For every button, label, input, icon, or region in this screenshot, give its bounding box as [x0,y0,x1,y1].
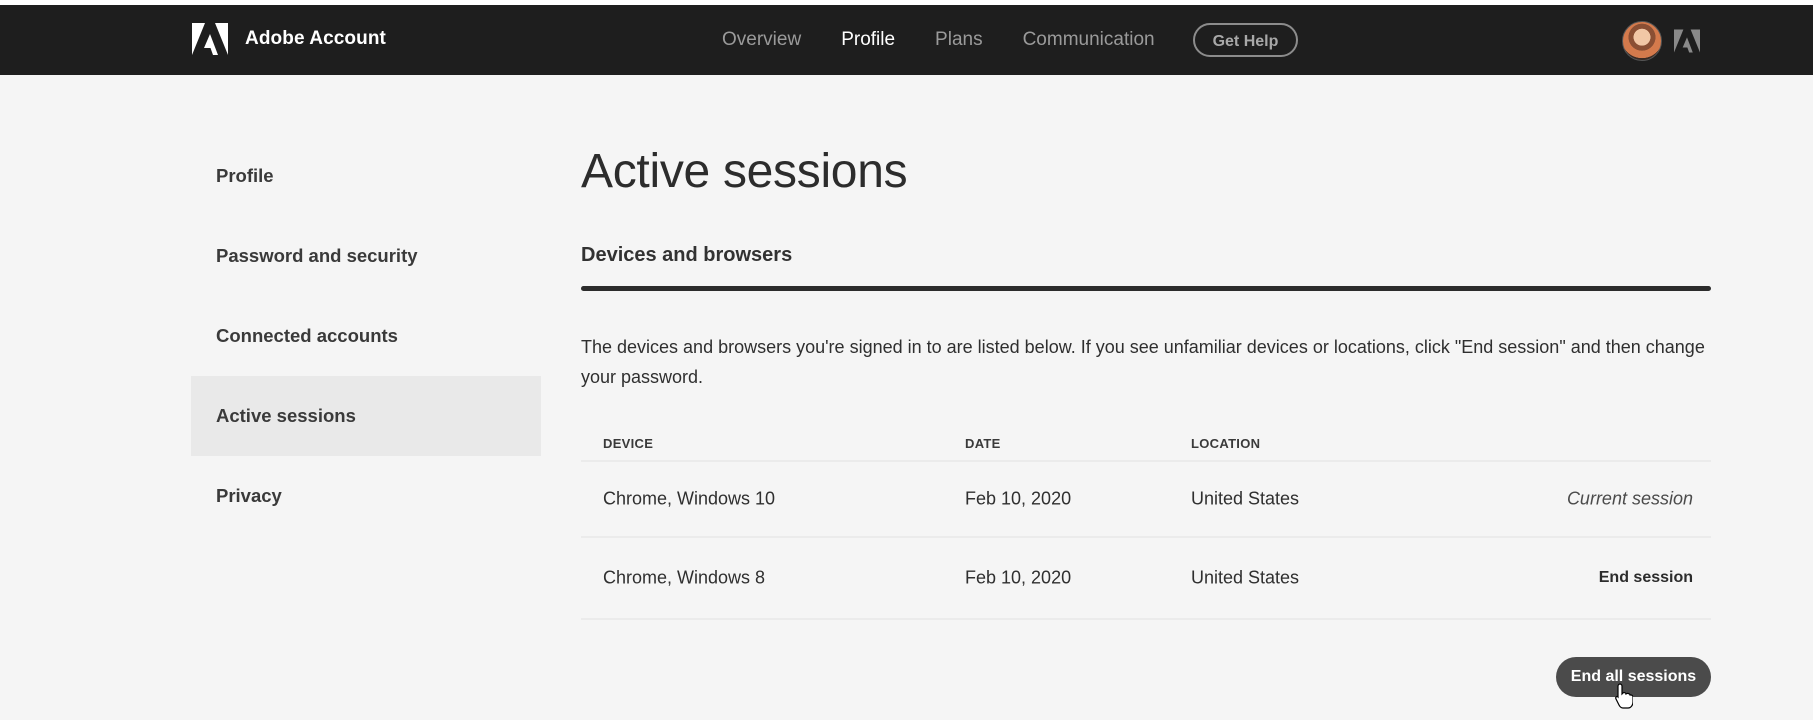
hand-pointer-cursor-icon [1615,683,1633,709]
section-divider [581,286,1711,291]
session-location: United States [1191,488,1300,509]
sidebar-item-profile[interactable]: Profile [191,136,541,216]
session-location: United States [1191,567,1300,588]
current-session-label: Current session [1566,488,1693,509]
header-right [1622,21,1700,61]
section-title: Devices and browsers [581,244,793,266]
sidebar: Profile Password and security Connected … [191,136,541,536]
get-help-button[interactable]: Get Help [1192,23,1299,57]
top-nav: Overview Profile Plans Communication Get… [722,23,1299,57]
sidebar-item-active-sessions[interactable]: Active sessions [191,376,541,456]
nav-profile[interactable]: Profile [841,23,895,57]
end-session-button[interactable]: End session [1599,569,1693,587]
nav-overview[interactable]: Overview [722,23,801,57]
table-row: Chrome, Windows 8 Feb 10, 2020 United St… [581,536,1711,620]
sidebar-item-connected-accounts[interactable]: Connected accounts [191,296,541,376]
header-device: DEVICE [603,436,654,451]
table-row: Chrome, Windows 10 Feb 10, 2020 United S… [581,460,1711,536]
adobe-apps-icon[interactable] [1674,29,1700,53]
sidebar-item-privacy[interactable]: Privacy [191,456,541,536]
top-header: Adobe Account Overview Profile Plans Com… [0,5,1813,75]
session-device: Chrome, Windows 8 [603,567,766,588]
header-location: LOCATION [1191,436,1261,451]
sessions-description: The devices and browsers you're signed i… [581,337,1705,387]
sidebar-item-password-security[interactable]: Password and security [191,216,541,296]
header-date: DATE [965,436,1001,451]
adobe-logo-icon [192,23,228,55]
nav-communication[interactable]: Communication [1023,23,1155,57]
sessions-table: DEVICE DATE LOCATION Chrome, Windows 10 … [581,436,1711,620]
app-name: Adobe Account [245,28,386,49]
session-date: Feb 10, 2020 [965,488,1072,509]
brand[interactable]: Adobe Account [192,23,386,55]
nav-plans[interactable]: Plans [935,23,983,57]
page-title: Active sessions [581,145,908,198]
user-avatar[interactable] [1622,21,1662,61]
session-date: Feb 10, 2020 [965,567,1072,588]
session-device: Chrome, Windows 10 [603,488,776,509]
table-header: DEVICE DATE LOCATION [581,436,1711,460]
end-all-sessions-button[interactable]: End all sessions [1556,657,1711,697]
